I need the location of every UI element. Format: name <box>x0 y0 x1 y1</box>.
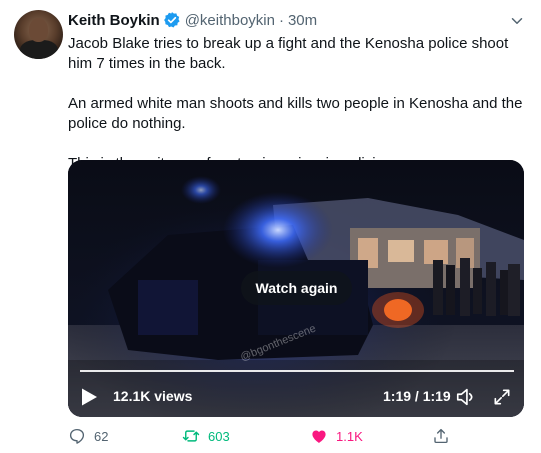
view-count: 12.1K views <box>113 388 193 404</box>
avatar-face <box>29 18 48 42</box>
chevron-down-icon[interactable] <box>508 12 526 30</box>
avatar[interactable] <box>14 10 63 59</box>
share-button[interactable] <box>432 425 450 447</box>
heart-icon <box>312 430 326 443</box>
video-progress-bar[interactable] <box>80 370 514 372</box>
reply-button[interactable]: 62 <box>68 425 108 447</box>
handle[interactable]: @keithboykin <box>185 12 275 29</box>
reply-icon <box>69 428 85 444</box>
header-separator: · <box>278 11 284 29</box>
like-button[interactable]: 1.1K <box>310 425 363 447</box>
share-icon <box>434 428 448 444</box>
video-timecode: 1:19 / 1:19 <box>383 388 451 404</box>
timestamp[interactable]: 30m <box>288 12 317 29</box>
tweet-text: Jacob Blake tries to break up a fight an… <box>68 34 528 174</box>
reply-count: 62 <box>94 428 109 444</box>
volume-icon[interactable] <box>455 386 477 408</box>
like-count: 1.1K <box>336 428 363 444</box>
retweet-count: 603 <box>208 428 230 444</box>
watch-again-button[interactable]: Watch again <box>241 271 352 305</box>
tweet-header: Keith Boykin @keithboykin · 30m <box>68 10 317 30</box>
fullscreen-icon[interactable] <box>492 387 512 407</box>
play-icon[interactable] <box>80 387 98 407</box>
verified-badge-icon <box>163 12 180 28</box>
tweet-paragraph: Jacob Blake tries to break up a fight an… <box>68 35 509 72</box>
retweet-icon <box>182 430 200 442</box>
display-name[interactable]: Keith Boykin <box>68 12 160 29</box>
tweet: Keith Boykin @keithboykin · 30m Jacob Bl… <box>0 0 541 453</box>
retweet-button[interactable]: 603 <box>182 425 230 447</box>
avatar-shirt <box>20 40 58 59</box>
tweet-paragraph: An armed white man shoots and kills two … <box>68 95 523 132</box>
